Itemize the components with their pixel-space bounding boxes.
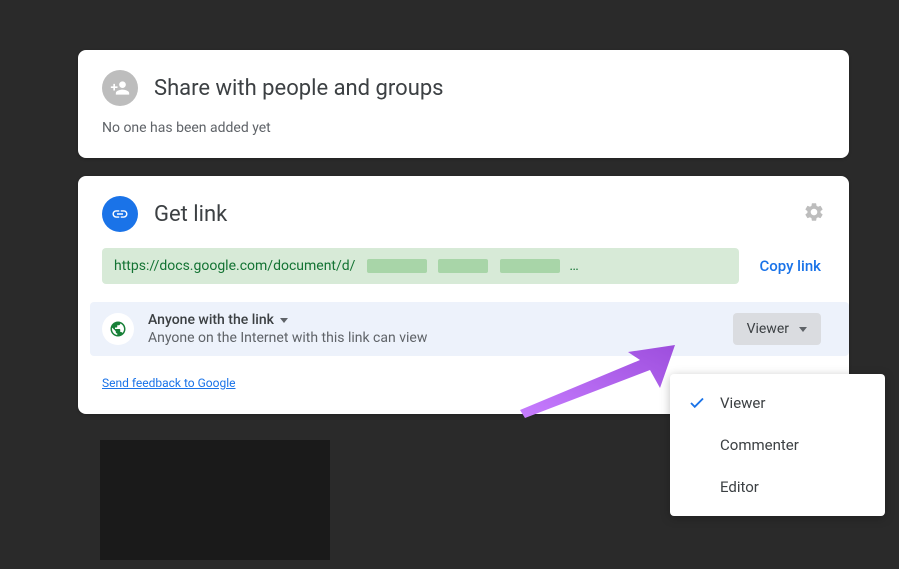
settings-gear-icon[interactable] — [803, 201, 825, 227]
access-scope-dropdown[interactable]: Anyone with the link — [148, 312, 719, 328]
access-row: Anyone with the link Anyone on the Inter… — [90, 302, 849, 356]
access-text-group: Anyone with the link Anyone on the Inter… — [148, 312, 719, 346]
access-title: Anyone with the link — [148, 312, 274, 328]
copy-link-button[interactable]: Copy link — [759, 257, 825, 275]
url-redacted — [500, 259, 560, 273]
access-description: Anyone on the Internet with this link ca… — [148, 330, 719, 346]
role-option-viewer[interactable]: Viewer — [670, 382, 885, 424]
globe-icon — [102, 313, 134, 345]
add-people-icon — [102, 70, 138, 106]
share-header: Share with people and groups — [102, 70, 825, 106]
link-header: Get link — [102, 196, 825, 232]
url-display[interactable]: https://docs.google.com/document/d/ … — [102, 248, 739, 284]
role-option-label: Viewer — [720, 394, 765, 412]
url-text: https://docs.google.com/document/d/ — [114, 258, 355, 274]
check-icon — [688, 394, 706, 412]
role-option-label: Commenter — [720, 436, 799, 454]
role-dropdown-button[interactable]: Viewer — [733, 313, 821, 345]
link-icon — [102, 196, 138, 232]
url-ellipsis: … — [569, 258, 578, 274]
url-redacted — [438, 259, 488, 273]
url-redacted — [367, 259, 427, 273]
role-selected-label: Viewer — [747, 321, 789, 337]
role-option-commenter[interactable]: Commenter — [670, 424, 885, 466]
share-people-card: Share with people and groups No one has … — [78, 50, 849, 158]
chevron-down-icon — [799, 327, 807, 332]
background-image — [100, 440, 330, 560]
role-option-editor[interactable]: Editor — [670, 466, 885, 508]
role-option-label: Editor — [720, 478, 759, 496]
chevron-down-icon — [280, 318, 288, 323]
url-row: https://docs.google.com/document/d/ … Co… — [102, 248, 825, 284]
role-dropdown-menu: Viewer Commenter Editor — [670, 374, 885, 516]
share-title: Share with people and groups — [154, 76, 444, 101]
share-empty-text: No one has been added yet — [102, 120, 825, 136]
link-title: Get link — [154, 202, 227, 227]
